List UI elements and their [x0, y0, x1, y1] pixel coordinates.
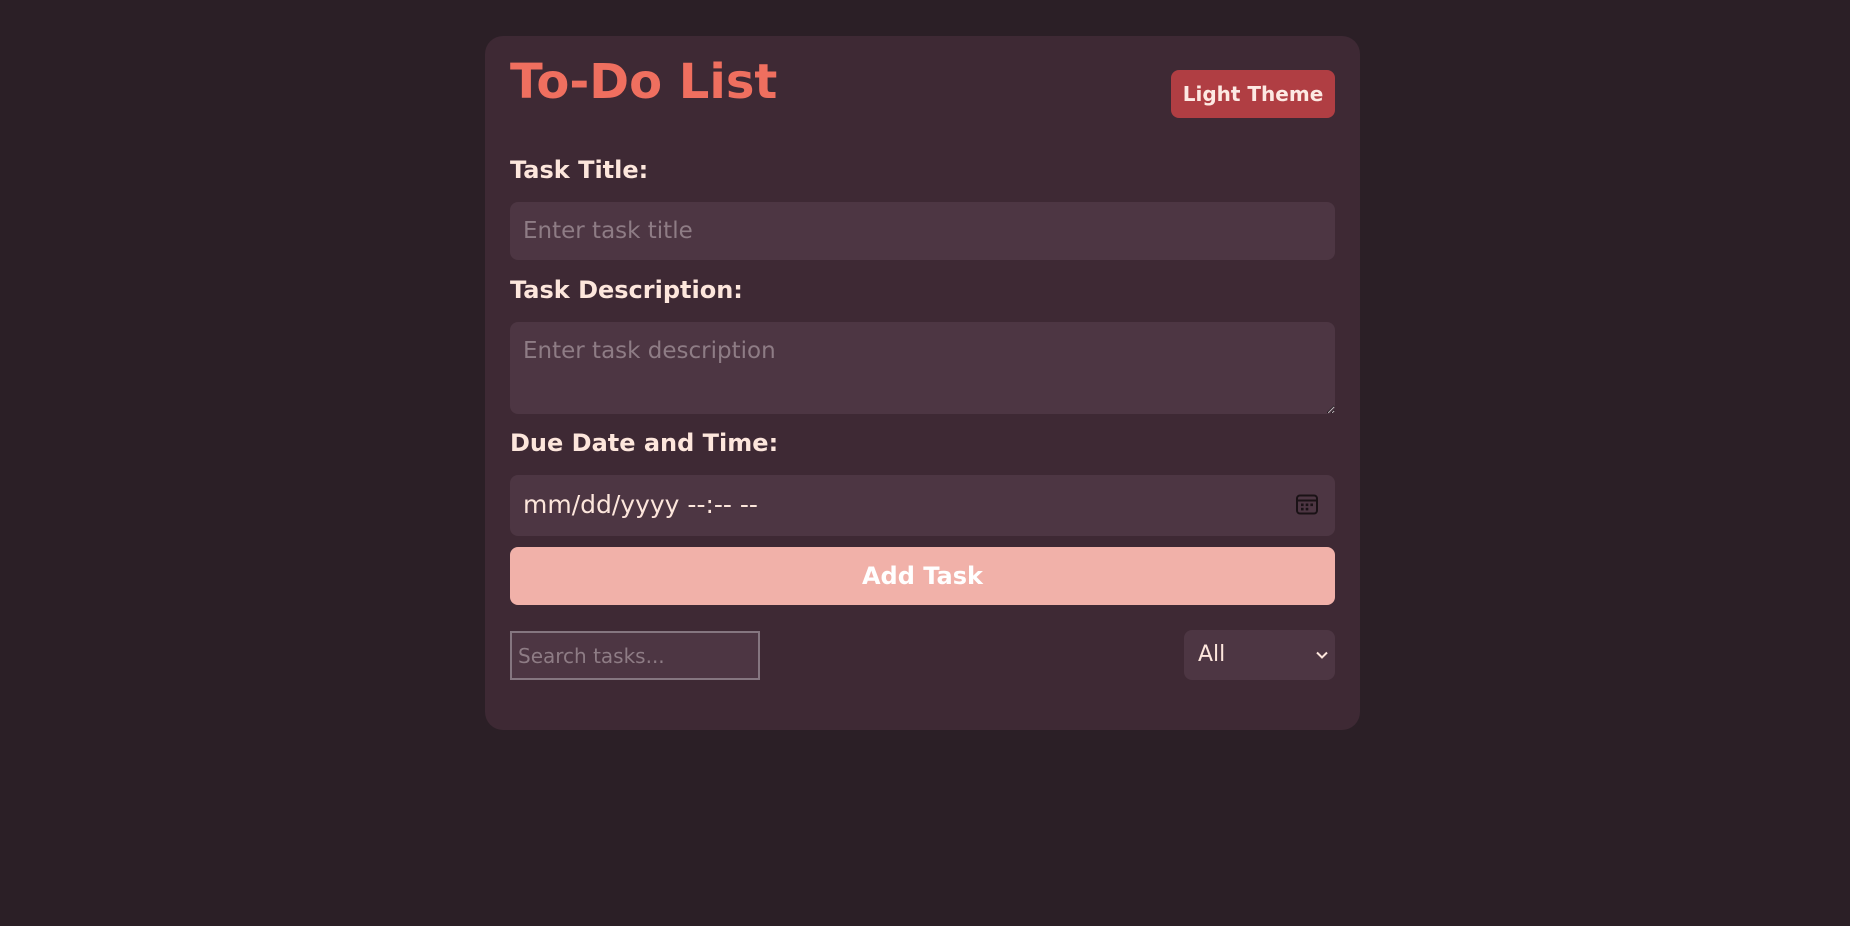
filter-selected-value: All [1198, 642, 1226, 667]
due-date-value: mm/dd/yyyy --:-- -- [523, 490, 758, 519]
due-date-label: Due Date and Time: [510, 429, 779, 457]
calendar-icon[interactable] [1295, 492, 1319, 516]
page: To-Do List Light Theme Task Title: Task … [0, 0, 1850, 926]
todo-card: To-Do List Light Theme Task Title: Task … [485, 36, 1360, 730]
add-task-button[interactable]: Add Task [510, 547, 1335, 605]
page-title: To-Do List [510, 54, 778, 110]
task-title-input[interactable] [510, 202, 1335, 260]
theme-toggle-button[interactable]: Light Theme [1171, 70, 1335, 118]
chevron-down-icon [1316, 651, 1328, 659]
task-filter-select[interactable]: All [1184, 630, 1335, 680]
task-description-label: Task Description: [510, 276, 743, 304]
task-description-input[interactable] [510, 322, 1335, 414]
due-date-input[interactable]: mm/dd/yyyy --:-- -- [510, 475, 1335, 536]
task-title-label: Task Title: [510, 156, 649, 184]
search-tasks-input[interactable] [510, 631, 760, 680]
